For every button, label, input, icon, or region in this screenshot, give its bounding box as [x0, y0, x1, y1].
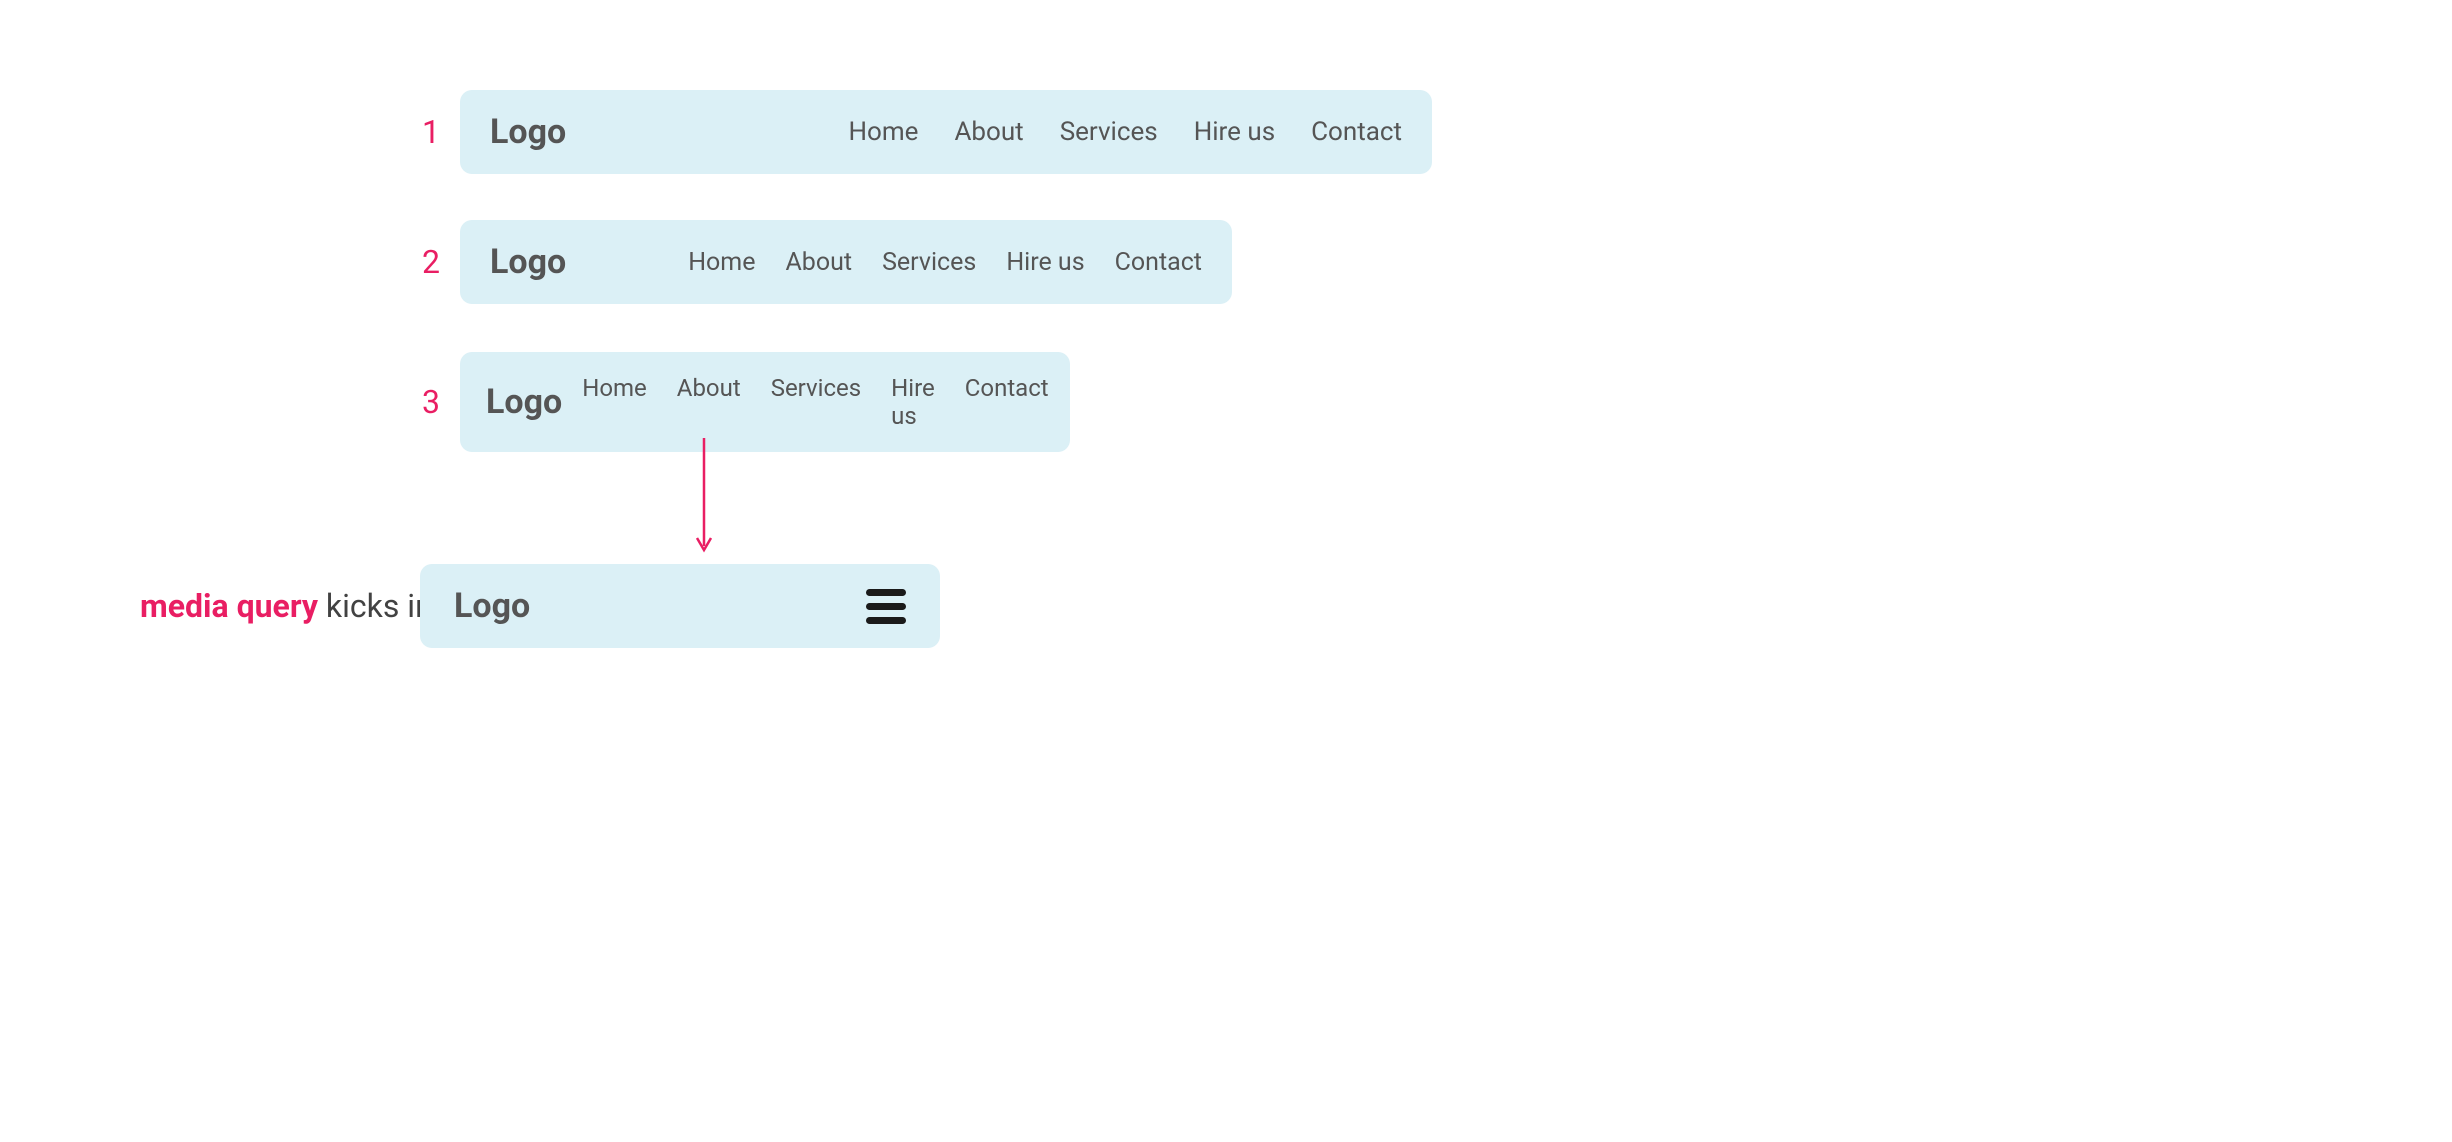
- nav-about[interactable]: About: [786, 248, 853, 277]
- nav-about[interactable]: About: [677, 374, 741, 430]
- nav-contact[interactable]: Contact: [1311, 117, 1402, 147]
- nav-links: Home About Services Hire us Contact: [582, 374, 1048, 430]
- nav-services[interactable]: Services: [771, 374, 861, 430]
- nav-hire-us[interactable]: Hire us: [1006, 248, 1084, 277]
- logo[interactable]: Logo: [490, 112, 566, 152]
- logo[interactable]: Logo: [486, 382, 562, 422]
- nav-home[interactable]: Home: [848, 117, 918, 147]
- logo[interactable]: Logo: [454, 586, 530, 626]
- annotation-kicks-in: kicks in: [318, 587, 433, 625]
- nav-contact[interactable]: Contact: [965, 374, 1049, 430]
- nav-hire-us[interactable]: Hire us: [891, 374, 935, 430]
- nav-hire-us[interactable]: Hire us: [1194, 117, 1275, 147]
- arrow-down-icon: [694, 438, 714, 558]
- step-number-2: 2: [380, 243, 440, 281]
- nav-links: Home About Services Hire us Contact: [688, 248, 1202, 277]
- navbar-collapsed: Logo: [420, 564, 940, 648]
- logo[interactable]: Logo: [490, 242, 566, 282]
- navbar-small: Logo Home About Services Hire us Contact: [460, 352, 1070, 452]
- navbar-medium: Logo Home About Services Hire us Contact: [460, 220, 1232, 304]
- nav-contact[interactable]: Contact: [1115, 248, 1202, 277]
- nav-services[interactable]: Services: [1060, 117, 1158, 147]
- nav-about[interactable]: About: [954, 117, 1023, 147]
- step-number-3: 3: [380, 383, 440, 421]
- step-number-1: 1: [380, 113, 440, 151]
- nav-services[interactable]: Services: [882, 248, 976, 277]
- annotation-media-query: media query kicks in: [140, 587, 400, 625]
- nav-home[interactable]: Home: [688, 248, 755, 277]
- navbar-large: Logo Home About Services Hire us Contact: [460, 90, 1432, 174]
- nav-links: Home About Services Hire us Contact: [848, 117, 1402, 147]
- nav-home[interactable]: Home: [582, 374, 647, 430]
- hamburger-icon[interactable]: [866, 589, 906, 624]
- annotation-media-query-bold: media query: [140, 587, 318, 625]
